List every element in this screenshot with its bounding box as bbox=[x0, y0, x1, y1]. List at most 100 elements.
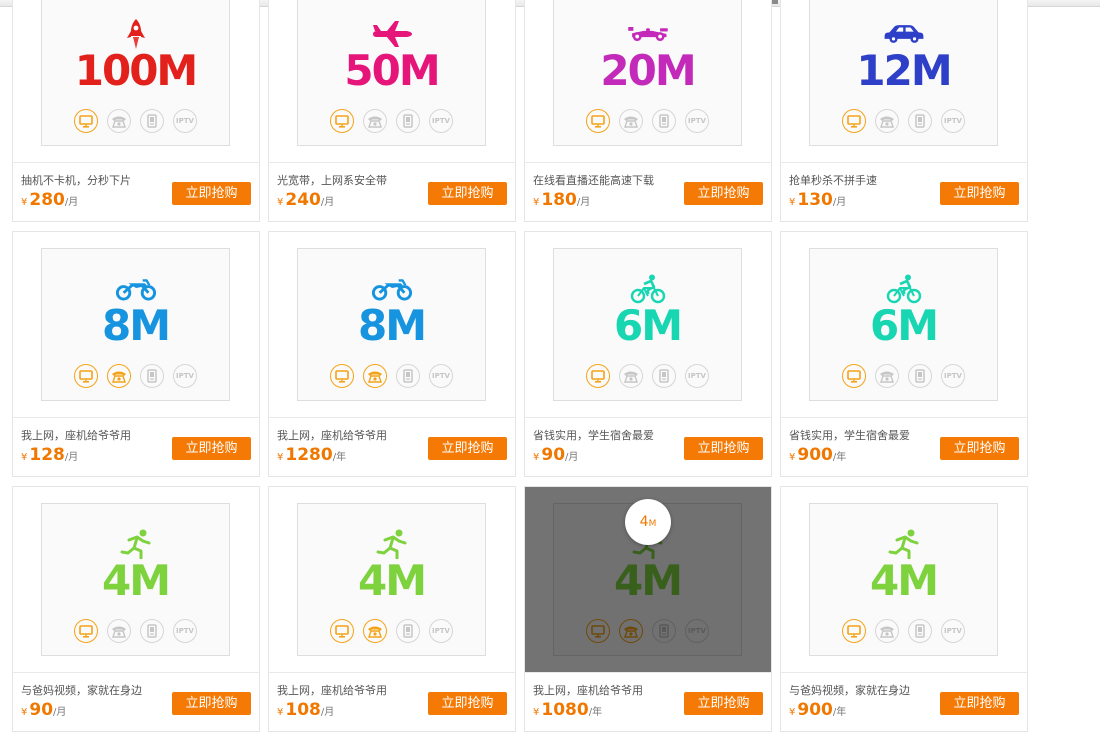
buy-now-button[interactable]: 立即抢购 bbox=[940, 182, 1019, 205]
tv-icon bbox=[74, 364, 98, 388]
currency-symbol: ¥ bbox=[533, 452, 540, 463]
price-amount: 108 bbox=[285, 700, 321, 720]
plan-image[interactable]: 20M IPTV bbox=[553, 0, 742, 146]
plan-image[interactable]: 12M IPTV bbox=[809, 0, 998, 146]
iptv-icon: IPTV bbox=[685, 364, 709, 388]
iptv-label: IPTV bbox=[432, 627, 450, 635]
buy-now-button[interactable]: 立即抢购 bbox=[940, 692, 1019, 715]
iptv-icon: IPTV bbox=[941, 109, 965, 133]
telephone-icon bbox=[619, 109, 643, 133]
price-unit: /年 bbox=[832, 707, 847, 718]
speed-label: 12M bbox=[856, 46, 952, 95]
speed-label: 20M bbox=[600, 46, 696, 95]
buy-now-button[interactable]: 立即抢购 bbox=[684, 437, 763, 460]
speed-label: 6M bbox=[613, 301, 683, 350]
plan-image[interactable]: 8M IPTV bbox=[297, 248, 486, 401]
iptv-icon: IPTV bbox=[429, 364, 453, 388]
tv-icon bbox=[330, 619, 354, 643]
plan-footer: 在线看直播还能高速下载 ¥180/月 立即抢购 bbox=[525, 162, 771, 222]
buy-now-button[interactable]: 立即抢购 bbox=[172, 437, 251, 460]
plan-footer: 省钱实用，学生宿舍最爱 ¥90/月 立即抢购 bbox=[525, 417, 771, 477]
telephone-icon bbox=[107, 364, 131, 388]
plan-grid: 100M IPTV 抽机不卡机，分秒下片 ¥280/月 立即抢购 50M IPT… bbox=[12, 0, 1032, 732]
buy-now-button[interactable]: 立即抢购 bbox=[428, 692, 507, 715]
plan-footer: 我上网，座机给爷爷用 ¥1080/年 立即抢购 bbox=[525, 672, 771, 732]
plan-card-11: 4M IPTV 我上网，座机给爷爷用 ¥1080/年 bbox=[524, 486, 772, 732]
tv-icon bbox=[330, 109, 354, 133]
plan-price: ¥900/年 bbox=[789, 700, 846, 720]
plan-card-2: 50M IPTV 光宽带，上网系安全带 ¥240/月 立即抢购 bbox=[268, 0, 516, 222]
service-icons: IPTV bbox=[298, 109, 485, 133]
plan-description: 省钱实用，学生宿舍最爱 bbox=[789, 429, 910, 442]
buy-now-button[interactable]: 立即抢购 bbox=[684, 692, 763, 715]
speed-label: 100M bbox=[74, 46, 198, 95]
telephone-icon bbox=[875, 364, 899, 388]
buy-now-button[interactable]: 立即抢购 bbox=[428, 437, 507, 460]
plan-image[interactable]: 6M IPTV bbox=[553, 248, 742, 401]
iptv-label: IPTV bbox=[176, 117, 194, 125]
speed-label: 4M bbox=[101, 556, 171, 605]
buy-now-button[interactable]: 立即抢购 bbox=[684, 182, 763, 205]
plan-image[interactable]: 8M IPTV bbox=[41, 248, 230, 401]
telephone-icon bbox=[107, 109, 131, 133]
service-icons: IPTV bbox=[298, 619, 485, 643]
speed-label: 8M bbox=[357, 301, 427, 350]
hover-overlay[interactable]: 4M bbox=[525, 487, 771, 672]
plan-description: 与爸妈视频，家就在身边 bbox=[789, 684, 910, 697]
plan-description: 省钱实用，学生宿舍最爱 bbox=[533, 429, 654, 442]
buy-now-button[interactable]: 立即抢购 bbox=[172, 182, 251, 205]
plan-price: ¥1080/年 bbox=[533, 700, 602, 720]
price-unit: /月 bbox=[320, 197, 335, 208]
iptv-icon: IPTV bbox=[941, 619, 965, 643]
mobile-phone-icon bbox=[908, 109, 932, 133]
plan-card-1: 100M IPTV 抽机不卡机，分秒下片 ¥280/月 立即抢购 bbox=[12, 0, 260, 222]
plan-price: ¥180/月 bbox=[533, 190, 590, 210]
plan-image[interactable]: 100M IPTV bbox=[41, 0, 230, 146]
plan-card-4: 12M IPTV 抢单秒杀不拼手速 ¥130/月 立即抢购 bbox=[780, 0, 1028, 222]
plan-description: 我上网，座机给爷爷用 bbox=[21, 429, 131, 442]
price-amount: 280 bbox=[29, 190, 65, 210]
mobile-phone-icon bbox=[140, 109, 164, 133]
plan-price: ¥240/月 bbox=[277, 190, 334, 210]
plan-image[interactable]: 50M IPTV bbox=[297, 0, 486, 146]
service-icons: IPTV bbox=[554, 364, 741, 388]
plan-image[interactable]: 4M IPTV bbox=[809, 503, 998, 656]
mobile-phone-icon bbox=[396, 364, 420, 388]
plan-description: 我上网，座机给爷爷用 bbox=[277, 684, 387, 697]
iptv-icon: IPTV bbox=[429, 109, 453, 133]
plan-footer: 抽机不卡机，分秒下片 ¥280/月 立即抢购 bbox=[13, 162, 259, 222]
tv-icon bbox=[842, 109, 866, 133]
iptv-icon: IPTV bbox=[173, 619, 197, 643]
telephone-icon bbox=[875, 619, 899, 643]
plan-image[interactable]: 6M IPTV bbox=[809, 248, 998, 401]
currency-symbol: ¥ bbox=[277, 197, 284, 208]
plan-image[interactable]: 4M IPTV bbox=[41, 503, 230, 656]
plan-description: 抢单秒杀不拼手速 bbox=[789, 174, 877, 187]
plan-footer: 抢单秒杀不拼手速 ¥130/月 立即抢购 bbox=[781, 162, 1027, 222]
plan-price: ¥90/月 bbox=[21, 700, 66, 720]
bubble-number: 4 bbox=[639, 514, 649, 530]
price-amount: 130 bbox=[797, 190, 833, 210]
speed-label: 50M bbox=[344, 46, 440, 95]
mobile-phone-icon bbox=[908, 619, 932, 643]
buy-now-button[interactable]: 立即抢购 bbox=[428, 182, 507, 205]
tv-icon bbox=[586, 109, 610, 133]
plan-image[interactable]: 4M IPTV bbox=[297, 503, 486, 656]
plan-card-8: 6M IPTV 省钱实用，学生宿舍最爱 ¥900/年 立即抢购 bbox=[780, 231, 1028, 477]
plan-footer: 省钱实用，学生宿舍最爱 ¥900/年 立即抢购 bbox=[781, 417, 1027, 477]
service-icons: IPTV bbox=[810, 619, 997, 643]
telephone-icon bbox=[107, 619, 131, 643]
iptv-label: IPTV bbox=[944, 627, 962, 635]
mobile-phone-icon bbox=[396, 109, 420, 133]
iptv-label: IPTV bbox=[432, 117, 450, 125]
speed-label: 4M bbox=[869, 556, 939, 605]
buy-now-button[interactable]: 立即抢购 bbox=[172, 692, 251, 715]
plan-description: 与爸妈视频，家就在身边 bbox=[21, 684, 142, 697]
currency-symbol: ¥ bbox=[789, 197, 796, 208]
iptv-label: IPTV bbox=[688, 117, 706, 125]
buy-now-button[interactable]: 立即抢购 bbox=[940, 437, 1019, 460]
iptv-label: IPTV bbox=[944, 117, 962, 125]
price-unit: /月 bbox=[832, 197, 847, 208]
price-unit: /月 bbox=[576, 197, 591, 208]
speed-label: 8M bbox=[101, 301, 171, 350]
